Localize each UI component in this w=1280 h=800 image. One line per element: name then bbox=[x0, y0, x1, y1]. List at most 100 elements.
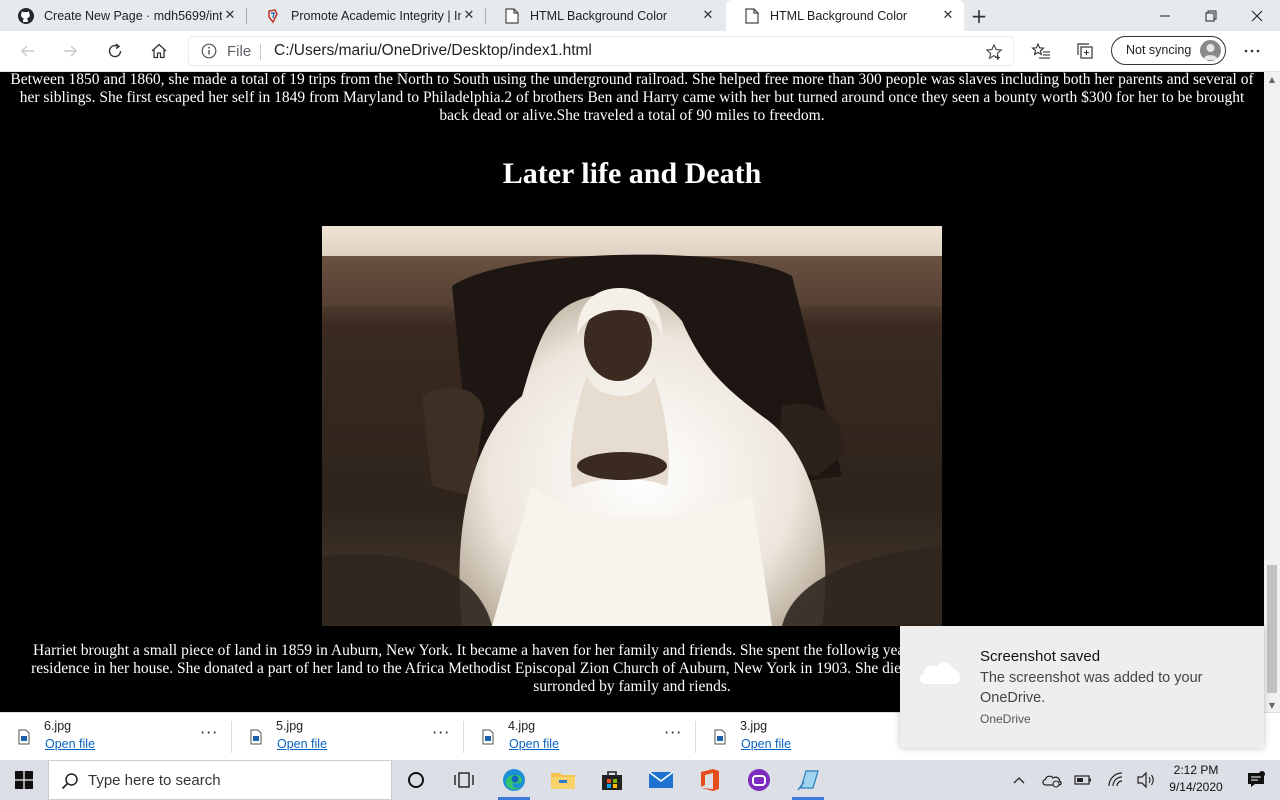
open-file-link[interactable]: Open file bbox=[509, 737, 559, 751]
taskbar-clock[interactable]: 2:12 PM 9/14/2020 bbox=[1160, 762, 1232, 796]
home-button[interactable] bbox=[145, 37, 173, 65]
tab-html-bg-active[interactable]: HTML Background Color ✕ bbox=[726, 0, 964, 31]
download-filename: 6.jpg bbox=[44, 719, 72, 733]
address-bar[interactable]: File C:/Users/mariu/OneDrive/Desktop/ind… bbox=[188, 36, 1014, 66]
mail-envelope-icon bbox=[648, 771, 674, 788]
favorite-star-icon[interactable] bbox=[985, 43, 1003, 61]
top-paragraph: Between 1850 and 1860, she made a total … bbox=[10, 72, 1254, 124]
back-button[interactable] bbox=[14, 37, 42, 65]
page-viewport: Between 1850 and 1860, she made a total … bbox=[0, 72, 1264, 712]
page-scrollbar[interactable]: ▲ ▼ bbox=[1264, 72, 1280, 712]
avatar bbox=[1200, 40, 1221, 61]
collections-button[interactable] bbox=[1071, 37, 1099, 65]
onedrive-tray-icon[interactable] bbox=[1040, 760, 1064, 800]
taskbar-snip-tool[interactable] bbox=[784, 760, 832, 800]
restore-button[interactable] bbox=[1188, 0, 1234, 31]
search-placeholder: Type here to search bbox=[88, 772, 221, 789]
download-item[interactable]: 4.jpg Open file ··· bbox=[464, 713, 696, 761]
github-icon bbox=[18, 7, 34, 24]
taskbar-search-box[interactable]: Type here to search bbox=[48, 760, 392, 800]
url-text[interactable]: C:/Users/mariu/OneDrive/Desktop/index1.h… bbox=[274, 42, 592, 60]
cortana-circle-icon bbox=[408, 772, 424, 788]
tab-strip: Create New Page · mdh5699/inte ✕ Promote… bbox=[0, 0, 1280, 31]
toast-app-name: OneDrive bbox=[980, 712, 1031, 726]
profile-sync-button[interactable]: Not syncing bbox=[1111, 36, 1226, 65]
tab-title: HTML Background Color bbox=[770, 8, 908, 23]
close-tab-icon[interactable]: ✕ bbox=[700, 8, 716, 24]
show-hidden-icons-chevron-icon[interactable] bbox=[1008, 760, 1030, 800]
new-tab-button[interactable]: + bbox=[967, 4, 991, 28]
action-center-button[interactable] bbox=[1236, 760, 1276, 800]
taskbar-file-explorer[interactable] bbox=[539, 760, 587, 800]
tab-html-bg-1[interactable]: HTML Background Color ✕ bbox=[486, 0, 724, 31]
info-icon[interactable] bbox=[201, 43, 217, 59]
sync-status-label: Not syncing bbox=[1126, 43, 1192, 57]
task-view-button[interactable] bbox=[440, 760, 488, 800]
folder-icon bbox=[551, 773, 575, 789]
toast-title: Screenshot saved bbox=[980, 648, 1101, 665]
collections-icon bbox=[1077, 43, 1093, 59]
scrollbar-thumb[interactable] bbox=[1267, 565, 1277, 693]
scroll-down-arrow-icon[interactable]: ▼ bbox=[1264, 698, 1280, 712]
start-button[interactable] bbox=[0, 760, 48, 800]
taskbar-app-purple[interactable] bbox=[735, 760, 783, 800]
download-item[interactable]: 6.jpg Open file ··· bbox=[0, 713, 232, 761]
image-file-icon bbox=[714, 729, 726, 745]
download-more-icon[interactable]: ··· bbox=[200, 723, 218, 742]
download-item[interactable]: 5.jpg Open file ··· bbox=[232, 713, 464, 761]
download-filename: 5.jpg bbox=[276, 719, 304, 733]
volume-icon[interactable] bbox=[1134, 760, 1158, 800]
store-bag-icon bbox=[602, 771, 622, 790]
browser-toolbar: File C:/Users/mariu/OneDrive/Desktop/ind… bbox=[0, 31, 1280, 72]
refresh-button[interactable] bbox=[101, 37, 129, 65]
taskbar: Type here to search 2:12 PM 9/14/2020 bbox=[0, 760, 1280, 800]
page-icon bbox=[744, 7, 760, 24]
page-icon bbox=[504, 7, 520, 24]
open-file-link[interactable]: Open file bbox=[741, 737, 791, 751]
forward-button[interactable] bbox=[56, 37, 84, 65]
forward-arrow-icon bbox=[64, 45, 77, 57]
office-icon bbox=[701, 769, 719, 791]
taskbar-store[interactable] bbox=[588, 760, 636, 800]
close-tab-icon[interactable]: ✕ bbox=[940, 8, 956, 24]
toast-body: The screenshot was added to your OneDriv… bbox=[980, 670, 1203, 706]
tab-turnitin[interactable]: Promote Academic Integrity | Im ✕ bbox=[247, 0, 485, 31]
settings-more-button[interactable] bbox=[1238, 37, 1266, 65]
close-window-button[interactable] bbox=[1234, 0, 1280, 31]
download-filename: 3.jpg bbox=[740, 719, 768, 733]
close-tab-icon[interactable]: ✕ bbox=[461, 8, 477, 24]
open-file-link[interactable]: Open file bbox=[45, 737, 95, 751]
clock-time: 2:12 PM bbox=[1173, 763, 1219, 777]
download-more-icon[interactable]: ··· bbox=[432, 723, 450, 742]
section-heading: Later life and Death bbox=[502, 157, 762, 190]
back-arrow-icon bbox=[21, 45, 34, 57]
onedrive-cloud-icon bbox=[920, 662, 960, 684]
image-file-icon bbox=[18, 729, 30, 745]
snipping-tool-icon bbox=[797, 770, 819, 791]
search-icon bbox=[61, 773, 78, 790]
taskbar-mail[interactable] bbox=[637, 760, 685, 800]
wifi-icon[interactable] bbox=[1104, 760, 1128, 800]
scheme-label: File bbox=[227, 43, 252, 60]
refresh-icon bbox=[108, 43, 122, 58]
minimize-button[interactable] bbox=[1142, 0, 1188, 31]
windows-logo-icon bbox=[15, 771, 33, 789]
cortana-button[interactable] bbox=[392, 760, 440, 800]
tab-title: Promote Academic Integrity | Im bbox=[291, 8, 461, 23]
taskbar-edge[interactable] bbox=[490, 760, 538, 800]
scroll-up-arrow-icon[interactable]: ▲ bbox=[1264, 72, 1280, 86]
download-filename: 4.jpg bbox=[508, 719, 536, 733]
tab-title: HTML Background Color bbox=[530, 8, 668, 23]
taskbar-office[interactable] bbox=[686, 760, 734, 800]
notification-icon bbox=[1248, 771, 1265, 787]
favorites-button[interactable] bbox=[1027, 37, 1055, 65]
open-file-link[interactable]: Open file bbox=[277, 737, 327, 751]
download-more-icon[interactable]: ··· bbox=[664, 723, 682, 742]
download-item[interactable]: 3.jpg Open file bbox=[696, 713, 928, 761]
tab-github[interactable]: Create New Page · mdh5699/inte ✕ bbox=[0, 0, 246, 31]
image-file-icon bbox=[250, 729, 262, 745]
close-tab-icon[interactable]: ✕ bbox=[222, 8, 238, 24]
screenshot-toast[interactable]: Screenshot saved The screenshot was adde… bbox=[900, 626, 1264, 748]
home-icon bbox=[151, 43, 167, 59]
battery-icon[interactable] bbox=[1072, 760, 1094, 800]
